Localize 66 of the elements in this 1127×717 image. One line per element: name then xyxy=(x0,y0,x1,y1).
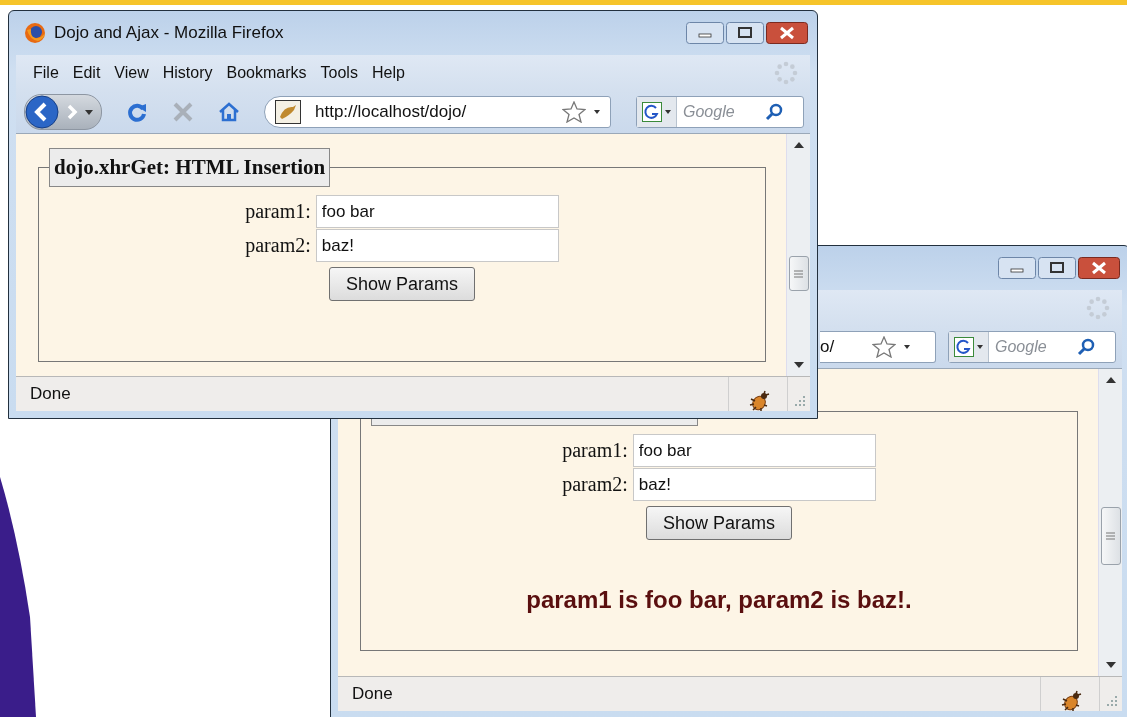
throbber-icon xyxy=(774,61,798,85)
maximize-button[interactable] xyxy=(726,22,764,44)
status-text: Done xyxy=(352,684,393,704)
google-g-icon xyxy=(642,102,662,122)
search-field[interactable]: Google xyxy=(636,96,804,128)
scroll-up-arrow-icon[interactable] xyxy=(1105,377,1116,383)
text-input[interactable]: baz! xyxy=(315,229,559,262)
window-title: Dojo and Ajax - Mozilla Firefox xyxy=(54,23,284,43)
scrollbar[interactable] xyxy=(1098,369,1122,676)
status-text: Done xyxy=(30,384,71,404)
firefox-logo-icon xyxy=(24,22,46,44)
text-input[interactable]: baz! xyxy=(632,468,876,501)
site-favicon-icon xyxy=(275,100,301,124)
scrollbar-thumb[interactable] xyxy=(1100,507,1121,565)
caret-icon xyxy=(665,110,671,114)
search-icon[interactable] xyxy=(765,103,783,121)
maximize-button[interactable] xyxy=(1038,257,1076,279)
scroll-down-arrow-icon[interactable] xyxy=(793,362,804,368)
menu-item[interactable]: File xyxy=(26,62,66,84)
back-forward-buttons[interactable] xyxy=(24,94,102,130)
address-field[interactable]: o/ xyxy=(820,331,936,363)
reload-icon[interactable] xyxy=(126,101,148,123)
history-dropdown-icon[interactable] xyxy=(85,109,93,115)
scroll-up-arrow-icon[interactable] xyxy=(793,142,804,148)
menu-item[interactable]: History xyxy=(155,62,220,84)
field-label: param1: xyxy=(245,200,311,223)
search-engine-button[interactable] xyxy=(949,332,989,362)
caret-icon xyxy=(977,345,983,349)
resize-grip-icon[interactable] xyxy=(1106,695,1118,707)
dropdown-arrow-icon[interactable] xyxy=(594,110,600,114)
google-g-icon xyxy=(954,337,974,357)
close-button[interactable] xyxy=(1078,257,1120,279)
grip-lines-icon xyxy=(794,269,803,278)
field-label: param2: xyxy=(562,473,628,496)
text-input[interactable]: foo bar xyxy=(632,434,876,467)
text-input[interactable]: foo bar xyxy=(315,195,559,228)
home-icon[interactable] xyxy=(218,101,240,123)
search-input[interactable]: Google xyxy=(989,337,1077,357)
field-label: param1: xyxy=(562,439,628,462)
scrollbar-thumb[interactable] xyxy=(788,256,809,291)
star-icon[interactable] xyxy=(562,101,586,123)
scroll-down-arrow-icon[interactable] xyxy=(1105,662,1116,668)
show-params-button[interactable]: Show Params xyxy=(645,506,792,540)
field-label: param2: xyxy=(245,234,311,257)
result-message: param1 is foo bar, param2 is baz!. xyxy=(526,586,912,614)
throbber-icon xyxy=(1086,296,1110,320)
address-field[interactable]: http://localhost/dojo/ xyxy=(264,96,611,128)
menu-item[interactable]: View xyxy=(107,62,156,84)
search-field[interactable]: Google xyxy=(948,331,1116,363)
menu-item[interactable]: Help xyxy=(364,62,412,84)
star-icon[interactable] xyxy=(872,336,897,358)
menu-item[interactable]: Tools xyxy=(313,62,365,84)
search-icon[interactable] xyxy=(1077,338,1095,356)
show-params-button[interactable]: Show Params xyxy=(328,267,475,301)
fieldset-legend: dojo.xhrGet: HTML Insertion xyxy=(49,148,331,187)
menu-item[interactable]: Bookmarks xyxy=(219,62,314,84)
search-engine-button[interactable] xyxy=(637,97,677,127)
search-input[interactable]: Google xyxy=(677,102,765,122)
bug-icon[interactable] xyxy=(747,389,771,413)
dropdown-arrow-icon[interactable] xyxy=(904,345,911,349)
resize-grip-icon[interactable] xyxy=(794,395,806,407)
scrollbar[interactable] xyxy=(786,134,810,376)
grip-lines-icon xyxy=(1106,532,1115,540)
menu-item[interactable]: Edit xyxy=(65,62,108,84)
bug-icon[interactable] xyxy=(1059,689,1083,713)
close-button[interactable] xyxy=(766,22,808,44)
